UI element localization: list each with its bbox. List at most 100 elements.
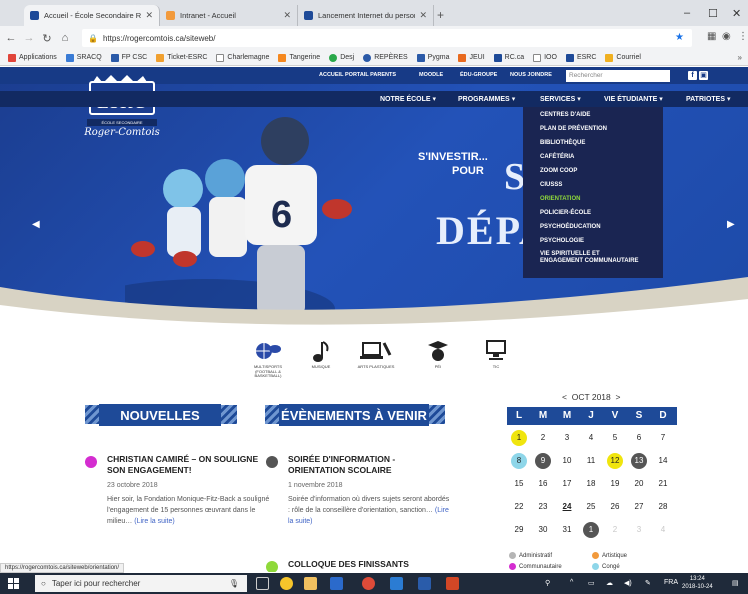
powerpoint-icon[interactable]	[446, 577, 459, 590]
calendar-day[interactable]: 3	[631, 522, 647, 538]
calendar-day[interactable]: 26	[607, 499, 623, 515]
menu-item-policier-ecole[interactable]: POLICIER-ÉCOLE	[540, 210, 591, 217]
app-icon[interactable]	[418, 577, 431, 590]
calendar-day[interactable]: 12	[607, 453, 623, 469]
nav-portail-parents[interactable]: PORTAIL PARENTS	[345, 72, 396, 78]
program-musique[interactable]: MUSIQUE	[298, 339, 344, 370]
calendar-day[interactable]: 17	[559, 476, 575, 492]
calendar-day[interactable]: 13	[631, 453, 647, 469]
language-indicator[interactable]: FRA	[664, 579, 678, 586]
bookmark-item[interactable]: REPÈRES	[363, 53, 408, 62]
calendar-day[interactable]: 19	[607, 476, 623, 492]
event-title[interactable]: COLLOQUE DES FINISSANTS	[288, 559, 453, 570]
close-window-button[interactable]: ✕	[732, 7, 741, 20]
bookmark-item[interactable]: ESRC	[565, 53, 596, 62]
bookmark-star-icon[interactable]: ★	[675, 32, 684, 43]
reload-icon[interactable]: ↻	[40, 32, 54, 45]
menu-item-vie-spirituelle[interactable]: VIE SPIRITUELLE ET ENGAGEMENT COMMUNAUTA…	[540, 251, 640, 265]
calendar-day[interactable]: 18	[583, 476, 599, 492]
nav-accueil[interactable]: ACCUEIL	[319, 72, 343, 78]
people-icon[interactable]: ⚲	[545, 579, 550, 587]
tray-expand-icon[interactable]: ^	[570, 579, 573, 586]
bookmark-item[interactable]: RC.ca	[493, 53, 524, 62]
calendar-day[interactable]: 28	[655, 499, 671, 515]
menu-item-orientation[interactable]: ORIENTATION	[540, 196, 580, 203]
minimize-button[interactable]: –	[684, 7, 690, 19]
menu-item-plan-prevention[interactable]: PLAN DE PRÉVENTION	[540, 126, 607, 133]
menu-item-ciusss[interactable]: CIUSSS	[540, 182, 562, 189]
program-arts-plastiques[interactable]: ARTS PLASTIQUES	[353, 339, 399, 370]
menu-item-bibliotheque[interactable]: BIBLIOTHÈQUE	[540, 140, 585, 147]
calendar-day[interactable]: 29	[511, 522, 527, 538]
calendar-day[interactable]: 9	[535, 453, 551, 469]
taskbar-clock[interactable]: 13:24 2018-10-24	[682, 576, 713, 591]
calendar-day[interactable]: 8	[511, 453, 527, 469]
menu-item-psychoeducation[interactable]: PSYCHOÉDUCATION	[540, 224, 601, 231]
calendar-day[interactable]: 21	[655, 476, 671, 492]
tab-accueil[interactable]: Accueil - École Secondaire Roger ✕	[24, 5, 160, 26]
bookmark-item[interactable]: Ticket-ESRC	[156, 53, 207, 62]
volume-icon[interactable]: ◀)	[624, 579, 632, 587]
url-field[interactable]: 🔒 https://rogercomtois.ca/siteweb/ ★	[82, 29, 692, 47]
bookmark-item[interactable]: SRACQ	[65, 53, 102, 62]
program-tic[interactable]: TIC	[473, 339, 519, 370]
calendar-day[interactable]: 2	[535, 430, 551, 446]
network-icon[interactable]: ▭	[588, 579, 595, 587]
instagram-icon[interactable]: ▣	[699, 71, 708, 80]
windows-start-icon[interactable]	[8, 578, 19, 589]
calendar-day[interactable]: 22	[511, 499, 527, 515]
calendar-day[interactable]: 27	[631, 499, 647, 515]
menu-programmes[interactable]: PROGRAMMES ▾	[458, 95, 515, 103]
menu-item-zoom-coop[interactable]: ZOOM COOP	[540, 168, 577, 175]
more-bookmarks-button[interactable]: »	[738, 53, 742, 62]
cloud-icon[interactable]: ☁	[606, 579, 613, 587]
calendar-day[interactable]: 1	[511, 430, 527, 446]
notification-icon[interactable]: ▤	[732, 579, 739, 587]
profile-icon[interactable]: ◉	[722, 31, 731, 42]
next-month-button[interactable]: >	[616, 392, 621, 402]
calendar-day[interactable]: 23	[535, 499, 551, 515]
bookmark-item[interactable]: JEUI	[458, 53, 485, 62]
outlook-icon[interactable]	[390, 577, 403, 590]
menu-services[interactable]: SERVICES ▾	[540, 95, 581, 103]
menu-item-cafeteria[interactable]: CAFÉTÉRIA	[540, 154, 574, 161]
bookmark-item[interactable]: Charlemagne	[216, 53, 269, 62]
calendar-day-today[interactable]: 24	[559, 499, 575, 515]
calendar-day[interactable]: 3	[559, 430, 575, 446]
calendar-day[interactable]: 4	[655, 522, 671, 538]
calendar-day[interactable]: 30	[535, 522, 551, 538]
store-icon[interactable]	[304, 577, 317, 590]
taskbar-search-input[interactable]: ○ Taper ici pour rechercher 🎙	[35, 575, 247, 592]
tab-intranet[interactable]: Intranet - Accueil ✕	[160, 5, 298, 26]
calendar-day[interactable]: 1	[583, 522, 599, 538]
pen-icon[interactable]: ✎	[645, 579, 651, 587]
nav-nous-joindre[interactable]: NOUS JOINDRE	[510, 72, 552, 78]
maximize-button[interactable]: ☐	[708, 7, 718, 20]
calendar-day[interactable]: 15	[511, 476, 527, 492]
carousel-next-icon[interactable]: ▶	[727, 219, 735, 230]
news-title[interactable]: CHRISTIAN CAMIRÉ – ON SOULIGNE SON ENGAG…	[107, 454, 272, 476]
bookmark-item[interactable]: Desj	[329, 53, 354, 62]
calendar-day[interactable]: 7	[655, 430, 671, 446]
tab-lancement[interactable]: Lancement Internet du personnel ✕	[298, 5, 434, 26]
calendar-day[interactable]: 16	[535, 476, 551, 492]
nav-moodle[interactable]: MOODLE	[419, 72, 443, 78]
menu-kebab-icon[interactable]: ⋮	[738, 31, 748, 42]
calendar-day[interactable]: 11	[583, 453, 599, 469]
chrome-icon[interactable]	[362, 577, 375, 590]
facebook-icon[interactable]: f	[688, 71, 697, 80]
menu-notre-ecole[interactable]: NOTRE ÉCOLE ▾	[380, 95, 436, 103]
calendar-day[interactable]: 5	[607, 430, 623, 446]
read-more-link[interactable]: (Lire la suite)	[134, 518, 174, 525]
bookmark-item[interactable]: IOO	[533, 53, 557, 62]
bookmark-item[interactable]: Applications	[8, 53, 57, 62]
back-icon[interactable]: ←	[4, 32, 18, 44]
carousel-prev-icon[interactable]: ◀	[32, 219, 40, 230]
bookmark-item[interactable]: Tangerine	[278, 53, 320, 62]
menu-item-psychologie[interactable]: PSYCHOLOGIE	[540, 238, 584, 245]
calendar-day[interactable]: 25	[583, 499, 599, 515]
file-explorer-icon[interactable]	[330, 577, 343, 590]
forward-icon[interactable]: →	[22, 32, 36, 44]
program-multisports[interactable]: MULTISPORTS (FOOTBALL & BASKETBALL)	[245, 339, 291, 379]
nav-edu-groupe[interactable]: ÉDU-GROUPE	[460, 72, 497, 78]
